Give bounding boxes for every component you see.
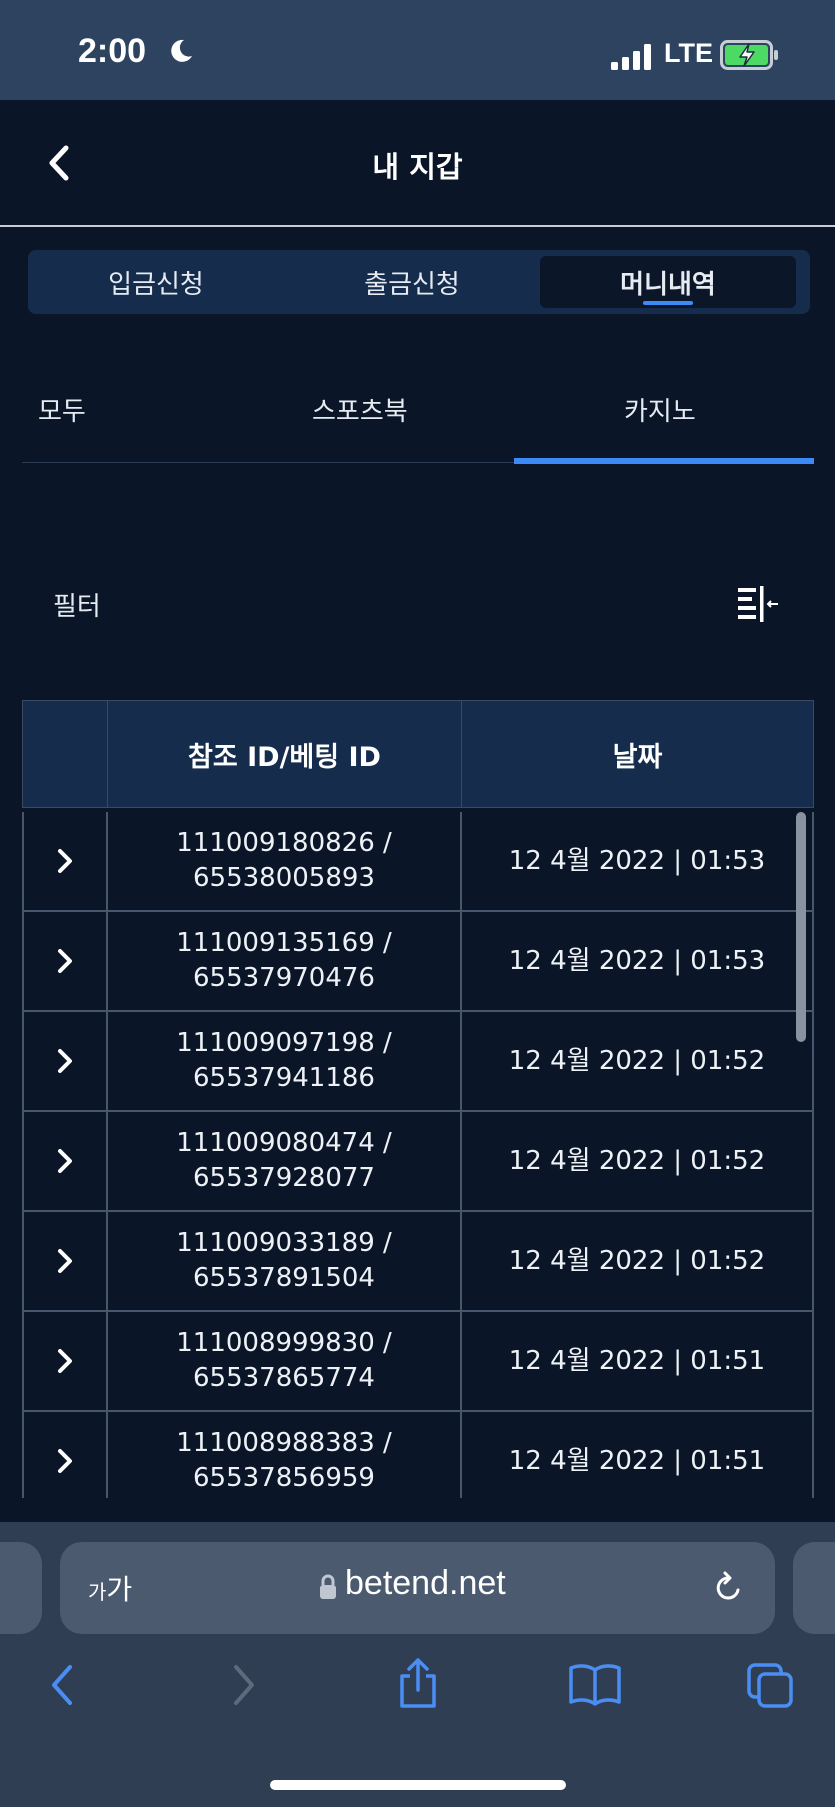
moon-icon (171, 39, 192, 62)
tab-money-history-label: 머니내역 (620, 269, 716, 300)
text-size-button[interactable]: 가가 (88, 1568, 132, 1608)
tabs-icon[interactable] (746, 1662, 796, 1710)
ref-bet-id-cell: 111009033189 / 65537891504 (108, 1212, 462, 1310)
subtab-active-indicator (514, 458, 814, 464)
date-cell: 12 4월 2022 | 01:53 (462, 812, 814, 910)
table-row[interactable]: 111009135169 / 65537970476 12 4월 2022 | 0… (22, 912, 814, 1012)
subtab-casino[interactable]: 카지노 (624, 384, 696, 434)
aa-small-glyph: 가 (88, 1580, 107, 1604)
browser-back-icon[interactable] (46, 1662, 78, 1708)
tab-withdraw[interactable]: 출금신청 (284, 256, 540, 308)
header-ref-id: 참조 ID/베팅 ID (108, 701, 462, 807)
table-row[interactable]: 111009180826 / 65538005893 12 4월 2022 | 0… (22, 812, 814, 912)
address-bar[interactable]: 가가 betend.net (60, 1542, 775, 1634)
home-indicator (270, 1780, 566, 1790)
ref-id: 111008988383 / (176, 1428, 392, 1458)
ref-bet-id-cell: 111009135169 / 65537970476 (108, 912, 462, 1010)
next-tab-preview[interactable] (793, 1542, 835, 1634)
date-cell: 12 4월 2022 | 01:53 (462, 912, 814, 1010)
tab-deposit[interactable]: 입금신청 (28, 256, 284, 308)
table-row[interactable]: 111008999830 / 65537865774 12 4월 2022 | 0… (22, 1312, 814, 1412)
active-tab-underline (643, 301, 693, 305)
aa-large-glyph: 가 (106, 1573, 133, 1606)
status-bar: 2:00 LTE (0, 0, 835, 100)
app-header: 내 지갑 (0, 100, 835, 227)
bet-id: 65537856959 (193, 1463, 375, 1493)
lock-icon (320, 1574, 336, 1599)
expand-chevron-icon[interactable] (22, 1412, 108, 1498)
ref-bet-id-cell: 111009097198 / 65537941186 (108, 1012, 462, 1110)
date-cell: 12 4월 2022 | 01:52 (462, 1212, 814, 1310)
table-scrollbar[interactable] (796, 812, 806, 1042)
ref-id: 111008999830 / (176, 1328, 392, 1358)
expand-chevron-icon[interactable] (22, 812, 108, 910)
table-row[interactable]: 111009033189 / 65537891504 12 4월 2022 | 0… (22, 1212, 814, 1312)
tab-money-history[interactable]: 머니내역 (540, 256, 796, 308)
bet-id: 65537865774 (193, 1363, 375, 1393)
bet-id: 65537970476 (193, 963, 375, 993)
header-expand-col (23, 701, 108, 807)
expand-chevron-icon[interactable] (22, 912, 108, 1010)
browser-forward-icon[interactable] (228, 1662, 260, 1708)
share-icon[interactable] (396, 1656, 440, 1710)
table-header: 참조 ID/베팅 ID 날짜 (22, 700, 814, 808)
bookmarks-icon[interactable] (568, 1662, 622, 1706)
previous-tab-preview[interactable] (0, 1542, 42, 1634)
bet-id: 65537928077 (193, 1163, 375, 1193)
ref-bet-id-cell: 111009080474 / 65537928077 (108, 1112, 462, 1210)
reload-icon[interactable] (710, 1570, 746, 1606)
network-label: LTE (664, 38, 713, 68)
filter-label: 필터 (53, 592, 101, 622)
date-cell: 12 4월 2022 | 01:52 (462, 1112, 814, 1210)
date-cell: 12 4월 2022 | 01:51 (462, 1312, 814, 1410)
expand-chevron-icon[interactable] (22, 1312, 108, 1410)
sub-tab-bar: 모두 스포츠북 카지노 (22, 370, 814, 464)
bet-id: 65537891504 (193, 1263, 375, 1293)
signal-icon (611, 44, 653, 70)
money-history-table: 참조 ID/베팅 ID 날짜 111009180826 / 65538005893… (22, 700, 814, 1498)
subtab-all[interactable]: 모두 (38, 384, 86, 434)
url-text: betend.net (345, 1564, 506, 1602)
browser-bar: 가가 betend.net (0, 1522, 835, 1807)
bet-id: 65538005893 (193, 863, 375, 893)
date-cell: 12 4월 2022 | 01:52 (462, 1012, 814, 1110)
main-tab-bar: 입금신청 출금신청 머니내역 (28, 250, 810, 314)
ref-bet-id-cell: 111008999830 / 65537865774 (108, 1312, 462, 1410)
page-title: 내 지갑 (372, 150, 463, 184)
expand-chevron-icon[interactable] (22, 1112, 108, 1210)
ref-id: 111009097198 / (176, 1028, 392, 1058)
table-row[interactable]: 111009097198 / 65537941186 12 4월 2022 | 0… (22, 1012, 814, 1112)
ref-bet-id-cell: 111009180826 / 65538005893 (108, 812, 462, 910)
ref-id: 111009135169 / (176, 928, 392, 958)
date-cell: 12 4월 2022 | 01:51 (462, 1412, 814, 1498)
table-row[interactable]: 111009080474 / 65537928077 12 4월 2022 | 0… (22, 1112, 814, 1212)
status-time: 2:00 (78, 32, 147, 70)
expand-chevron-icon[interactable] (22, 1212, 108, 1310)
subtab-sportsbook[interactable]: 스포츠북 (312, 384, 408, 434)
ref-id: 111009180826 / (176, 828, 392, 858)
ref-id: 111009033189 / (176, 1228, 392, 1258)
filter-toggle-icon[interactable] (736, 584, 780, 624)
battery-charging-icon (720, 40, 778, 70)
header-date: 날짜 (612, 741, 663, 773)
table-row[interactable]: 111008988383 / 65537856959 12 4월 2022 | 0… (22, 1412, 814, 1498)
ref-bet-id-cell: 111008988383 / 65537856959 (108, 1412, 462, 1498)
bet-id: 65537941186 (193, 1063, 375, 1093)
ref-id: 111009080474 / (176, 1128, 392, 1158)
expand-chevron-icon[interactable] (22, 1012, 108, 1110)
